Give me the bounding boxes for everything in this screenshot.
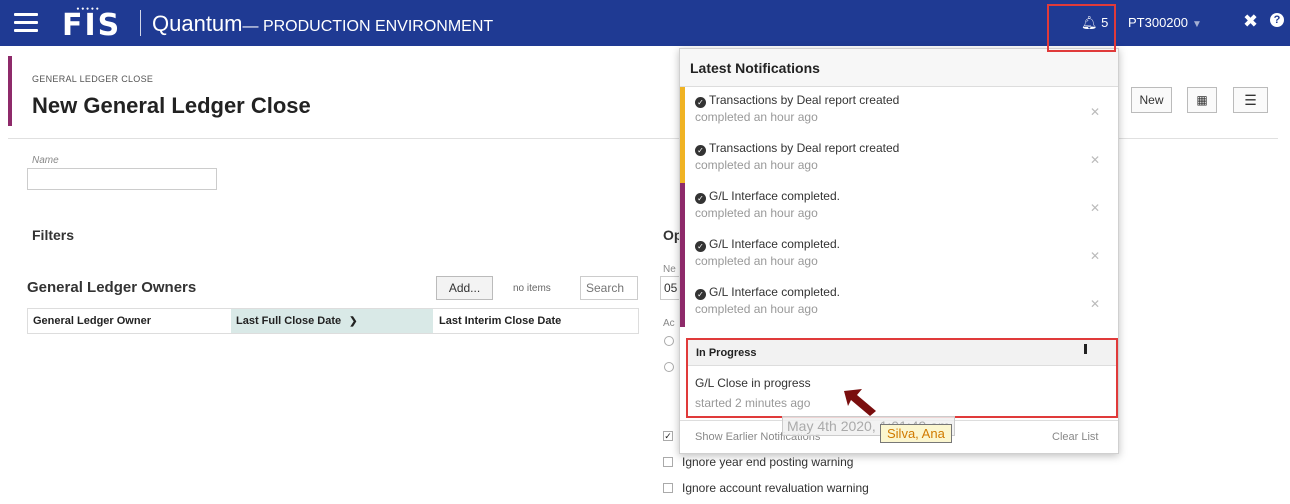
new-button[interactable]: New	[1131, 87, 1172, 113]
checkbox-revaluation[interactable]	[663, 483, 673, 493]
check-circle-icon: ✓	[695, 241, 706, 252]
column-header-owner[interactable]: General Ledger Owner	[28, 309, 231, 333]
logo-divider	[140, 10, 141, 36]
pointer-arrow-icon	[844, 389, 876, 416]
in-progress-highlight	[686, 338, 1118, 418]
owners-table-header: General Ledger Owner Last Full Close Dat…	[27, 308, 639, 334]
notification-highlight	[1047, 4, 1116, 52]
check-circle-icon: ✓	[695, 145, 706, 156]
name-label: Name	[32, 155, 59, 166]
hamburger-menu-icon[interactable]	[14, 13, 38, 33]
column-header-last-full-close[interactable]: Last Full Close Date ❯	[231, 309, 434, 333]
notification-item[interactable]: ✓ G/L Interface completed. completed an h…	[680, 231, 1118, 279]
checkbox-year-end[interactable]	[663, 457, 673, 467]
notifications-title: Latest Notifications	[680, 49, 1118, 87]
check-circle-icon: ✓	[695, 97, 706, 108]
tools-icon[interactable]: ✖	[1243, 11, 1258, 32]
list-menu-button[interactable]: ☰	[1233, 87, 1268, 113]
grid-icon: ▦	[1196, 93, 1208, 107]
add-button[interactable]: Add...	[436, 276, 493, 300]
checkbox-revaluation-label: Ignore account revaluation warning	[682, 481, 869, 495]
breadcrumb: GENERAL LEDGER CLOSE	[32, 74, 154, 84]
page-title: New General Ledger Close	[32, 93, 311, 118]
notification-item[interactable]: ✓ G/L Interface completed. completed an h…	[680, 279, 1118, 327]
column-header-last-interim-close[interactable]: Last Interim Close Date	[434, 309, 638, 333]
accent-bar	[8, 56, 12, 126]
close-icon[interactable]: ✕	[1090, 201, 1100, 215]
chevron-down-icon: ▼	[1192, 19, 1202, 30]
option-label: Ac	[663, 318, 675, 329]
environment-label: — PRODUCTION ENVIRONMENT	[242, 18, 494, 35]
fis-logo: ••••• FIS	[62, 6, 122, 43]
app-title: Quantum— PRODUCTION ENVIRONMENT	[152, 11, 494, 36]
check-circle-icon: ✓	[695, 193, 706, 204]
notification-item[interactable]: ✓ G/L Interface completed. completed an h…	[680, 183, 1118, 231]
notification-item[interactable]: ✓ Transactions by Deal report created com…	[680, 135, 1118, 183]
clear-list-link[interactable]: Clear List	[1052, 431, 1098, 443]
close-icon[interactable]: ✕	[1090, 249, 1100, 263]
menu-icon: ☰	[1244, 92, 1257, 108]
user-tooltip: Silva, Ana	[880, 424, 952, 443]
owners-section-title: General Ledger Owners	[27, 279, 197, 296]
close-icon[interactable]: ✕	[1090, 105, 1100, 119]
radio-button[interactable]	[664, 336, 674, 346]
scroll-marker	[1084, 344, 1087, 354]
filters-title: Filters	[32, 227, 75, 243]
name-field[interactable]	[27, 168, 217, 190]
checkbox-year-end-label: Ignore year end posting warning	[682, 455, 854, 469]
notification-item[interactable]: ✓ Transactions by Deal report created com…	[680, 87, 1118, 135]
close-icon[interactable]: ✕	[1090, 297, 1100, 311]
close-icon[interactable]: ✕	[1090, 153, 1100, 167]
checkbox-checked[interactable]: ✓	[663, 431, 673, 441]
user-menu[interactable]: PT300200 ▼	[1128, 15, 1202, 30]
items-count: no items	[513, 283, 551, 294]
help-icon[interactable]: ?	[1270, 13, 1284, 27]
check-circle-icon: ✓	[695, 289, 706, 300]
grid-view-button[interactable]: ▦	[1187, 87, 1217, 113]
search-input[interactable]	[580, 276, 638, 300]
sort-desc-icon[interactable]: ❯	[349, 316, 357, 327]
option-label: Ne	[663, 264, 676, 275]
radio-button[interactable]	[664, 362, 674, 372]
